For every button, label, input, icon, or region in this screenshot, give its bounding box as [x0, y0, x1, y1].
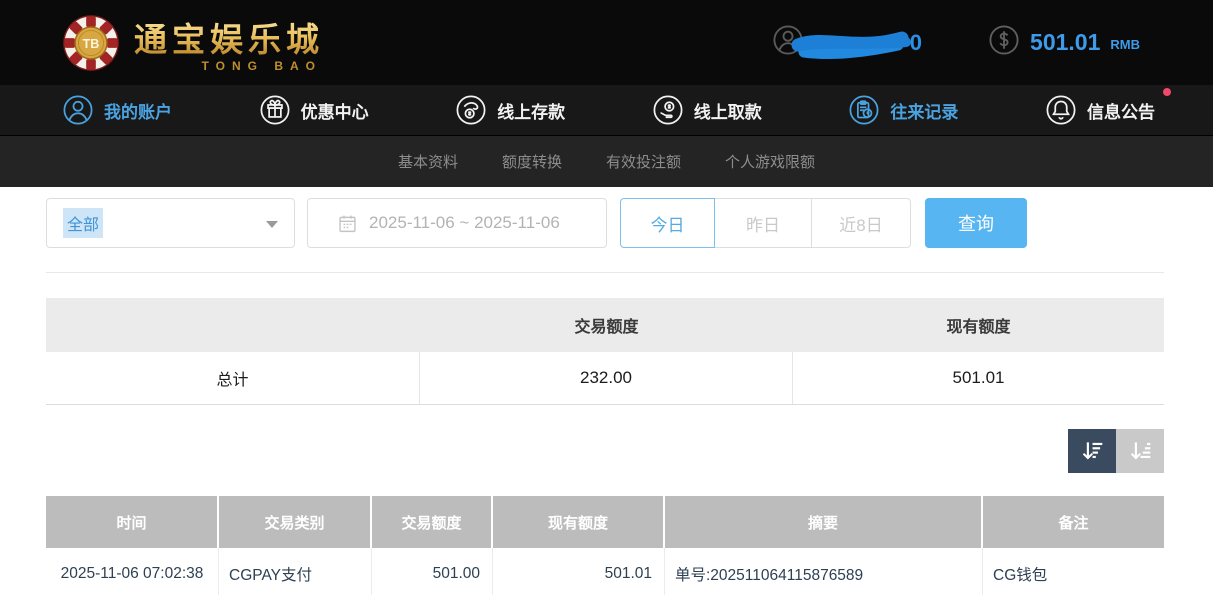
sort-controls — [46, 429, 1164, 473]
cell-type: CGPAY支付 — [219, 548, 372, 595]
brand-name-en: TONG BAO — [134, 59, 324, 73]
records-header-row: 时间 交易类别 交易额度 现有额度 摘要 备注 — [46, 496, 1164, 548]
balance-amount: 501.01 — [1030, 29, 1100, 56]
nav-item-deposit[interactable]: 线上存款 — [455, 94, 565, 126]
balance-currency: RMB — [1110, 37, 1140, 52]
subnav-item-basic-info[interactable]: 基本资料 — [398, 151, 458, 172]
section-divider — [46, 272, 1164, 273]
records-table: 时间 交易类别 交易额度 现有额度 摘要 备注 2025-11-06 07:02… — [46, 496, 1164, 595]
calendar-icon — [337, 213, 358, 234]
cell-amount: 501.00 — [372, 548, 493, 595]
gift-icon — [259, 94, 291, 126]
nav-item-promotions[interactable]: 优惠中心 — [259, 94, 369, 126]
yesterday-button[interactable]: 昨日 — [715, 198, 812, 248]
account-subnav: 基本资料 额度转换 有效投注额 个人游戏限额 — [0, 136, 1213, 187]
nav-item-transaction-records[interactable]: 往来记录 — [848, 94, 958, 126]
subnav-item-credit-transfer[interactable]: 额度转换 — [502, 151, 562, 172]
sort-descending-button[interactable] — [1068, 429, 1116, 473]
nav-item-my-account[interactable]: 我的账户 — [62, 94, 172, 126]
query-button[interactable]: 查询 — [925, 198, 1027, 248]
svg-text:TB: TB — [83, 36, 100, 50]
date-range-value: 2025-11-06 ~ 2025-11-06 — [369, 213, 560, 233]
summary-header-empty — [46, 298, 420, 352]
col-header-summary: 摘要 — [665, 496, 983, 548]
account-icon — [62, 94, 94, 126]
summary-header-current: 现有额度 — [793, 298, 1164, 352]
logged-in-user[interactable]: 0 — [772, 23, 922, 63]
col-header-type: 交易类别 — [219, 496, 372, 548]
deposit-coin-hand-icon — [455, 94, 487, 126]
summary-header-transaction: 交易额度 — [420, 298, 793, 352]
sort-ascending-button[interactable] — [1116, 429, 1164, 473]
chevron-down-icon — [266, 221, 278, 228]
cell-remark: CG钱包 — [983, 548, 1164, 595]
notification-dot — [1163, 88, 1171, 96]
nav-item-announcements[interactable]: 信息公告 — [1045, 94, 1155, 126]
dollar-icon — [988, 24, 1020, 61]
summary-total-transaction: 232.00 — [420, 352, 793, 404]
records-page: 全部 2025-11-06 ~ 2025-11-06 今日 昨日 近8日 查询 — [0, 187, 1213, 595]
subnav-item-game-limits[interactable]: 个人游戏限额 — [725, 151, 815, 172]
bell-icon — [1045, 94, 1077, 126]
summary-header-row: 交易额度 现有额度 — [46, 298, 1164, 352]
quick-date-buttons: 今日 昨日 近8日 — [620, 198, 911, 248]
cell-time: 2025-11-06 07:02:38 — [46, 548, 219, 595]
last-8-days-button[interactable]: 近8日 — [812, 198, 911, 248]
date-range-input[interactable]: 2025-11-06 ~ 2025-11-06 — [307, 198, 607, 248]
casino-chip-icon: TB — [62, 14, 120, 72]
transaction-type-select[interactable]: 全部 — [46, 198, 295, 248]
top-header: TB 通宝娱乐城 TONG BAO 0 — [0, 0, 1213, 85]
subnav-item-valid-bets[interactable]: 有效投注额 — [606, 151, 681, 172]
table-row: 2025-11-06 07:02:38 CGPAY支付 501.00 501.0… — [46, 548, 1164, 595]
withdraw-coin-hand-icon — [652, 94, 684, 126]
balance-display[interactable]: 501.01 RMB — [988, 24, 1140, 61]
col-header-amount: 交易额度 — [372, 496, 493, 548]
col-header-balance: 现有额度 — [493, 496, 665, 548]
summary-total-row: 总计 232.00 501.01 — [46, 352, 1164, 405]
nav-item-withdraw[interactable]: 线上取款 — [652, 94, 762, 126]
sort-ascending-icon — [1127, 438, 1153, 464]
main-navigation: 我的账户 优惠中心 线上存款 线上取款 — [0, 85, 1213, 136]
col-header-time: 时间 — [46, 496, 219, 548]
brand-name: 通宝娱乐城 — [134, 13, 324, 61]
selected-type-value: 全部 — [63, 208, 103, 238]
today-button[interactable]: 今日 — [620, 198, 715, 248]
records-clipboard-icon — [848, 94, 880, 126]
summary-total-label: 总计 — [46, 352, 420, 404]
sort-descending-icon — [1079, 438, 1105, 464]
brand-logo[interactable]: TB 通宝娱乐城 TONG BAO — [62, 13, 324, 73]
redacted-username-scribble — [790, 25, 922, 65]
filter-toolbar: 全部 2025-11-06 ~ 2025-11-06 今日 昨日 近8日 查询 — [46, 198, 1164, 248]
summary-total-current: 501.01 — [793, 352, 1164, 404]
cell-summary: 单号:202511064115876589 — [665, 548, 983, 595]
cell-balance: 501.01 — [493, 548, 665, 595]
col-header-remark: 备注 — [983, 496, 1164, 548]
summary-table: 交易额度 现有额度 总计 232.00 501.01 — [46, 298, 1164, 405]
